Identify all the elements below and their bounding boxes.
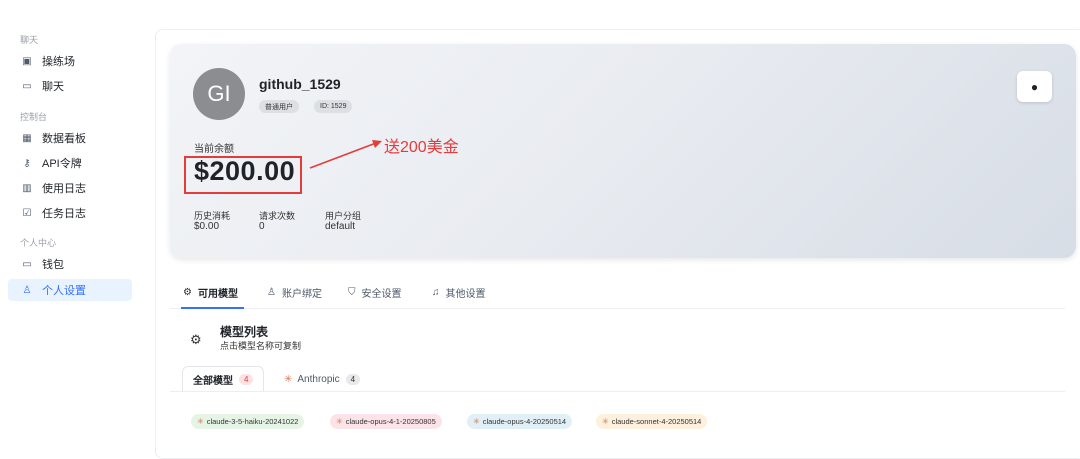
gear-icon: ⚙	[190, 332, 202, 347]
username: github_1529	[259, 76, 341, 92]
sidebar-item-label: 聊天	[42, 81, 64, 93]
stat-value-group: default	[325, 221, 356, 232]
section-label-console: 控制台	[20, 112, 48, 122]
model-chip[interactable]: ✳ claude-opus-4-1-20250805	[330, 414, 442, 429]
filter-divider	[170, 391, 1065, 392]
sidebar-item-chat[interactable]: ▭ 聊天	[8, 75, 132, 97]
anthropic-icon: ✳	[473, 417, 480, 426]
sidebar: 聊天 ▣ 操练场 ▭ 聊天 控制台 ▦ 数据看板 ⚷ API令牌 ▥ 使用日志 …	[0, 0, 148, 447]
sidebar-item-dashboard[interactable]: ▦ 数据看板	[8, 127, 132, 149]
person-icon: ●	[1030, 79, 1039, 94]
stat-value-requests: 0	[259, 221, 265, 232]
annotation-text: 送200美金	[384, 139, 459, 156]
sidebar-item-wallet[interactable]: ▭ 钱包	[8, 253, 132, 275]
model-chip[interactable]: ✳ claude-3-5-haiku-20241022	[191, 414, 305, 429]
sidebar-item-api-tokens[interactable]: ⚷ API令牌	[8, 152, 132, 174]
model-chip[interactable]: ✳ claude-sonnet-4-20250514	[596, 414, 708, 429]
user-link-icon: ♙	[267, 287, 276, 298]
chart-icon: ▥	[22, 182, 32, 194]
tab-label: 账户绑定	[281, 289, 322, 300]
gear-icon: ⚙	[183, 287, 192, 298]
model-name: claude-opus-4-1-20250805	[345, 417, 436, 426]
model-chip[interactable]: ✳ claude-opus-4-20250514	[467, 414, 573, 429]
balance-label: 当前余额	[194, 144, 234, 155]
sidebar-item-label: 钱包	[42, 259, 64, 271]
sidebar-item-task-logs[interactable]: ☑ 任务日志	[8, 202, 132, 224]
sidebar-item-label: 使用日志	[42, 183, 86, 195]
anthropic-icon: ✳	[602, 417, 609, 426]
user-menu-button[interactable]: ●	[1017, 71, 1052, 102]
sidebar-item-label: API令牌	[42, 158, 82, 170]
wallet-icon: ▭	[22, 258, 32, 270]
anthropic-icon: ✳	[284, 373, 293, 385]
anthropic-icon: ✳	[197, 417, 204, 426]
anthropic-icon: ✳	[336, 417, 343, 426]
tab-divider	[170, 308, 1065, 309]
sidebar-item-playground[interactable]: ▣ 操练场	[8, 50, 132, 72]
filter-anthropic[interactable]: ✳ Anthropic 4	[274, 366, 370, 392]
model-list-subtitle: 点击模型名称可复制	[220, 341, 302, 351]
tab-available-models[interactable]: ⚙ 可用模型	[183, 285, 238, 300]
checklist-icon: ☑	[22, 207, 32, 219]
section-label-personal: 个人中心	[20, 238, 57, 248]
section-label-chat: 聊天	[20, 35, 39, 45]
sidebar-item-usage-logs[interactable]: ▥ 使用日志	[8, 177, 132, 199]
shield-icon: ⛉	[348, 287, 356, 298]
stat-value-consumption: $0.00	[194, 221, 220, 232]
model-name: claude-sonnet-4-20250514	[611, 417, 702, 426]
tab-security-settings[interactable]: ⛉ 安全设置	[348, 285, 402, 300]
sidebar-item-label: 操练场	[42, 56, 75, 68]
dashboard-icon: ▦	[22, 132, 32, 144]
annotation-arrow	[309, 140, 382, 169]
bell-icon: ♫	[432, 287, 440, 298]
active-tab-indicator	[181, 307, 244, 309]
tab-label: 可用模型	[197, 289, 238, 300]
tab-label: 其他设置	[445, 289, 486, 300]
model-list-title: 模型列表	[220, 325, 269, 339]
tab-account-binding[interactable]: ♙ 账户绑定	[267, 285, 322, 300]
key-icon: ⚷	[23, 157, 31, 169]
filter-all-models[interactable]: 全部模型 4	[182, 366, 265, 392]
chat-icon: ▭	[22, 80, 32, 92]
highlight-box	[184, 156, 302, 194]
sidebar-item-label: 任务日志	[42, 208, 86, 220]
sidebar-item-label: 个人设置	[42, 285, 86, 297]
filter-label: 全部模型	[193, 376, 233, 387]
role-tag: 普通用户	[259, 100, 299, 113]
id-tag: ID: 1529	[314, 100, 353, 113]
model-name: claude-3-5-haiku-20241022	[206, 417, 299, 426]
filter-count: 4	[239, 374, 254, 385]
tab-label: 安全设置	[361, 289, 402, 300]
filter-label: Anthropic	[297, 373, 340, 385]
sidebar-item-label: 数据看板	[42, 133, 86, 145]
model-name: claude-opus-4-20250514	[482, 417, 567, 426]
sidebar-item-personal-settings[interactable]: ♙ 个人设置	[8, 279, 132, 301]
filter-count: 4	[345, 373, 361, 385]
terminal-icon: ▣	[22, 55, 32, 67]
tab-other-settings[interactable]: ♫ 其他设置	[432, 285, 486, 300]
avatar: GI	[193, 68, 245, 120]
user-icon: ♙	[22, 284, 32, 296]
